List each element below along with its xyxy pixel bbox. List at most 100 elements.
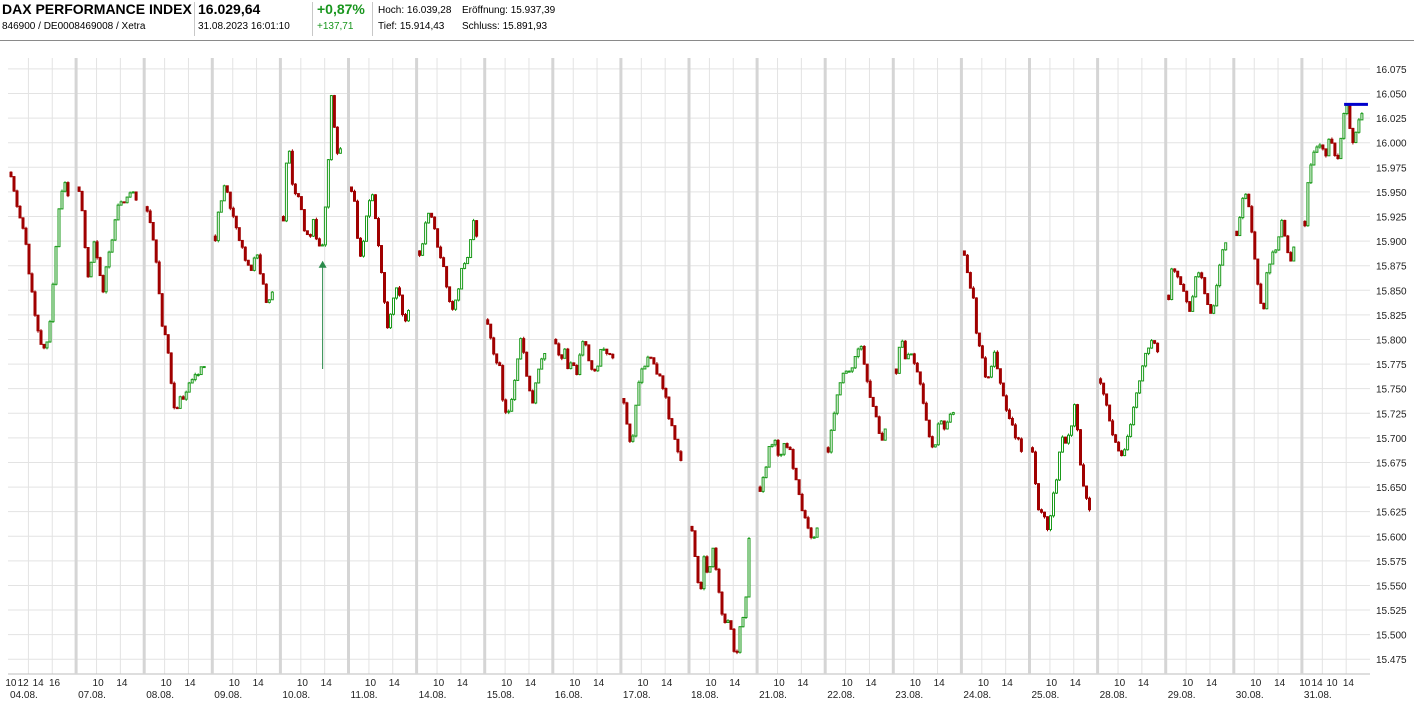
- candle-body: [794, 467, 798, 481]
- candle-body: [764, 466, 768, 479]
- candle-body: [36, 314, 40, 332]
- candle-body: [1111, 420, 1115, 436]
- candle-body: [160, 293, 164, 327]
- x-day-label: 04.08.: [10, 690, 38, 701]
- candle-body: [281, 216, 285, 222]
- candle-body: [702, 556, 706, 590]
- close-stat: Schluss: 15.891,93: [462, 21, 547, 32]
- candle-body: [237, 227, 241, 241]
- candle-body: [1061, 436, 1064, 453]
- candle-body: [800, 493, 804, 512]
- y-tick-label: 16.050: [1376, 90, 1407, 101]
- candle-body: [293, 183, 297, 195]
- y-tick-label: 15.925: [1376, 213, 1407, 224]
- y-tick-label: 16.075: [1376, 65, 1407, 76]
- candle-body: [528, 375, 532, 392]
- candle-body: [407, 310, 410, 322]
- candle-body: [401, 294, 404, 316]
- x-day-label: 17.08.: [623, 690, 651, 701]
- candle-body: [652, 357, 656, 365]
- candle-body: [1052, 492, 1055, 517]
- candle-body: [1007, 409, 1011, 419]
- candle-body: [883, 428, 887, 441]
- x-hour-label: 10: [5, 678, 17, 689]
- x-day-label: 18.08.: [691, 690, 719, 701]
- y-tick-label: 16.000: [1376, 139, 1407, 150]
- x-hour-label: 16: [49, 678, 61, 689]
- candle-body: [930, 436, 934, 448]
- candle-body: [1176, 270, 1180, 278]
- candle-body: [243, 246, 247, 261]
- candle-body: [829, 429, 833, 453]
- x-hour-label: 10: [229, 678, 241, 689]
- candle-body: [844, 370, 848, 374]
- candle-body: [554, 338, 558, 345]
- candle-body: [983, 357, 987, 378]
- candle-body: [735, 650, 739, 653]
- candle-body: [602, 348, 606, 351]
- candle-body: [628, 423, 632, 442]
- candle-body: [380, 245, 383, 274]
- candle-body: [631, 435, 635, 442]
- candle-body: [1312, 151, 1316, 166]
- x-day-label: 24.08.: [963, 690, 991, 701]
- candle-body: [193, 374, 197, 381]
- candle-body: [107, 251, 111, 268]
- candle-body: [1221, 249, 1225, 266]
- candle-body: [261, 273, 265, 285]
- candle-body: [723, 613, 727, 623]
- x-day-label: 29.08.: [1168, 690, 1196, 701]
- candle-body: [439, 246, 443, 259]
- candle-body: [708, 566, 712, 573]
- x-hour-label: 10: [1114, 678, 1126, 689]
- candle-body: [290, 150, 294, 185]
- candle-body: [181, 396, 185, 400]
- candle-body: [850, 367, 854, 372]
- candle-body: [1185, 290, 1189, 303]
- candle-body: [915, 362, 919, 373]
- candle-body: [634, 404, 638, 437]
- candle-body: [172, 382, 176, 409]
- x-hour-label: 10: [1250, 678, 1262, 689]
- x-hour-label: 10: [297, 678, 309, 689]
- x-hour-label: 14: [1343, 678, 1355, 689]
- candle-body: [1200, 272, 1204, 279]
- candle-body: [806, 517, 810, 529]
- candle-body: [1179, 276, 1183, 285]
- candle-body: [12, 176, 16, 192]
- x-hour-label: 10: [1327, 678, 1339, 689]
- candle-body: [1351, 127, 1355, 143]
- candle-body: [1167, 294, 1171, 301]
- candle-body: [1085, 485, 1088, 499]
- candle-body: [1324, 148, 1328, 157]
- candle-body: [1188, 301, 1192, 312]
- candle-body: [540, 358, 544, 370]
- price-chart: 16.075 16.050 16.025 16.000 15.975 15.950 15.9…: [5, 58, 1407, 701]
- y-tick-label: 15.825: [1376, 311, 1407, 322]
- candle-body: [317, 238, 321, 247]
- candle-body: [826, 447, 830, 453]
- open-value: 15.937,39: [510, 5, 556, 16]
- candle-body: [128, 192, 132, 198]
- candle-body: [965, 254, 969, 274]
- candle-body: [1132, 406, 1136, 426]
- candle-body: [767, 446, 771, 468]
- candle-body: [986, 376, 990, 379]
- y-tick-label: 15.975: [1376, 163, 1407, 174]
- candle-body: [1079, 429, 1082, 466]
- x-hour-label: 10: [978, 678, 990, 689]
- candle-body: [332, 95, 336, 128]
- candle-body: [605, 348, 609, 354]
- candle-body: [199, 366, 203, 376]
- candle-body: [962, 250, 966, 256]
- candle-body: [1215, 285, 1219, 307]
- candle-body: [667, 396, 671, 420]
- candle-body: [1126, 435, 1130, 451]
- candle-body: [611, 353, 615, 359]
- candle-body: [104, 266, 108, 293]
- candle-body: [234, 215, 238, 229]
- candle-body: [21, 217, 25, 229]
- x-hour-label: 14: [797, 678, 809, 689]
- candle-body: [894, 368, 898, 374]
- candle-body: [1224, 242, 1228, 251]
